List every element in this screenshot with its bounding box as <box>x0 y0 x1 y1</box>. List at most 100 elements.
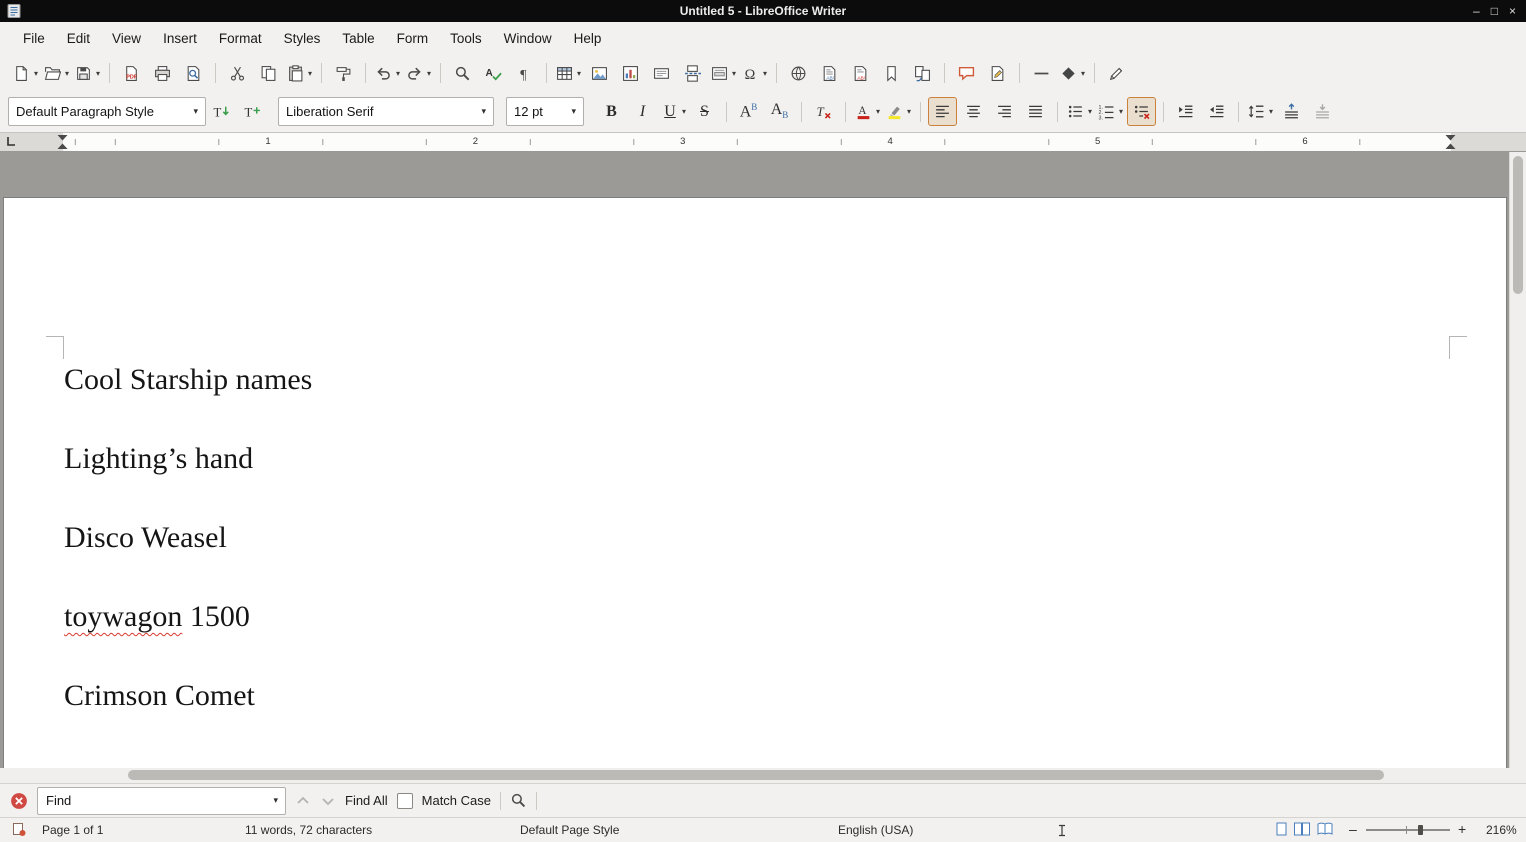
font-color-button[interactable]: A▾ <box>853 97 882 126</box>
insert-special-character-button[interactable]: Ω▾ <box>740 59 769 88</box>
zoom-slider[interactable] <box>1366 829 1450 831</box>
zoom-in-button[interactable]: + <box>1458 821 1466 837</box>
unordered-list-button[interactable]: ▾ <box>1065 97 1094 126</box>
paragraph[interactable]: Disco Weasel <box>64 519 1446 556</box>
paragraph[interactable]: Cool Starship names <box>64 361 1446 398</box>
zoom-slider-thumb[interactable] <box>1418 825 1423 835</box>
font-color-button-dropdown[interactable]: ▾ <box>876 107 880 116</box>
menu-table[interactable]: Table <box>331 25 385 52</box>
minimize-button[interactable]: – <box>1473 0 1480 22</box>
clear-formatting-button[interactable]: T <box>809 97 838 126</box>
menu-format[interactable]: Format <box>208 25 273 52</box>
line-spacing-button[interactable]: ▾ <box>1246 97 1275 126</box>
basic-shapes-button[interactable]: ▾ <box>1058 59 1087 88</box>
close-button[interactable]: × <box>1509 0 1516 22</box>
clone-formatting-button[interactable] <box>329 59 358 88</box>
insert-bookmark-button[interactable] <box>877 59 906 88</box>
new-document-button[interactable]: ▾ <box>11 59 40 88</box>
insert-hyperlink-button[interactable] <box>784 59 813 88</box>
single-page-view-button[interactable] <box>1276 822 1287 836</box>
open-button[interactable]: ▾ <box>42 59 71 88</box>
formatting-marks-button[interactable]: ¶ <box>510 59 539 88</box>
undo-button[interactable]: ▾ <box>373 59 402 88</box>
chevron-down-icon[interactable]: ▾ <box>268 795 283 806</box>
underline-button[interactable]: U▾ <box>659 97 688 126</box>
tab-stop-selector[interactable] <box>5 135 17 153</box>
underline-button-dropdown[interactable]: ▾ <box>682 107 686 116</box>
insert-horizontal-line-button[interactable] <box>1027 59 1056 88</box>
strikethrough-button[interactable]: S <box>690 97 719 126</box>
vertical-scrollbar[interactable] <box>1509 152 1526 768</box>
insert-cross-reference-button[interactable] <box>908 59 937 88</box>
document-modified-icon[interactable] <box>12 822 26 840</box>
insert-field-button-dropdown[interactable]: ▾ <box>732 69 736 78</box>
copy-button[interactable] <box>254 59 283 88</box>
insert-table-button-dropdown[interactable]: ▾ <box>577 69 581 78</box>
zoom-level[interactable]: 216% <box>1486 823 1517 837</box>
insert-endnote-button[interactable]: AB¹ <box>846 59 875 88</box>
document-text[interactable]: Cool Starship namesLighting’s handDisco … <box>64 361 1446 756</box>
book-view-button[interactable] <box>1317 822 1333 836</box>
menu-view[interactable]: View <box>101 25 152 52</box>
zoom-out-button[interactable]: – <box>1349 821 1357 837</box>
font-size-combobox[interactable]: 12 pt ▾ <box>506 97 584 126</box>
menu-file[interactable]: File <box>12 25 56 52</box>
chevron-down-icon[interactable]: ▾ <box>563 106 576 117</box>
show-draw-functions-button[interactable] <box>1102 59 1131 88</box>
find-input[interactable] <box>46 793 268 808</box>
line-spacing-button-dropdown[interactable]: ▾ <box>1269 107 1273 116</box>
print-preview-button[interactable] <box>179 59 208 88</box>
restore-button[interactable]: □ <box>1491 0 1498 22</box>
paragraph-style-combobox[interactable]: Default Paragraph Style ▾ <box>8 97 206 126</box>
cut-button[interactable] <box>223 59 252 88</box>
redo-button[interactable]: ▾ <box>404 59 433 88</box>
paste-button-dropdown[interactable]: ▾ <box>308 69 312 78</box>
close-find-bar-button[interactable] <box>10 792 28 810</box>
insert-table-button[interactable]: ▾ <box>554 59 583 88</box>
menu-styles[interactable]: Styles <box>273 25 332 52</box>
increase-paragraph-spacing-button[interactable] <box>1277 97 1306 126</box>
horizontal-ruler[interactable]: 123456 <box>0 133 1526 152</box>
bold-button[interactable]: B <box>597 97 626 126</box>
insert-footnote-button[interactable]: AB¹ <box>815 59 844 88</box>
spelling-button[interactable]: A <box>479 59 508 88</box>
insert-chart-button[interactable] <box>616 59 645 88</box>
insert-comment-button[interactable] <box>952 59 981 88</box>
misspelled-word[interactable]: toywagon <box>64 600 182 633</box>
multi-page-view-button[interactable] <box>1294 822 1310 836</box>
word-count-status[interactable]: 11 words, 72 characters <box>245 823 372 837</box>
new-document-button-dropdown[interactable]: ▾ <box>34 69 38 78</box>
increase-indent-button[interactable] <box>1171 97 1200 126</box>
save-button-dropdown[interactable]: ▾ <box>96 69 100 78</box>
open-button-dropdown[interactable]: ▾ <box>65 69 69 78</box>
justify-button[interactable] <box>1021 97 1050 126</box>
horizontal-scrollbar[interactable] <box>0 768 1526 783</box>
track-changes-button[interactable] <box>983 59 1012 88</box>
menu-help[interactable]: Help <box>563 25 613 52</box>
menu-insert[interactable]: Insert <box>152 25 208 52</box>
paragraph[interactable]: toywagon 1500 <box>64 598 1446 635</box>
find-and-replace-button[interactable] <box>510 792 527 809</box>
language-status[interactable]: English (USA) <box>838 823 913 837</box>
basic-shapes-button-dropdown[interactable]: ▾ <box>1081 69 1085 78</box>
new-style-button[interactable]: T <box>238 97 267 126</box>
insert-mode-indicator[interactable] <box>1055 824 1069 840</box>
find-replace-button[interactable] <box>448 59 477 88</box>
menu-window[interactable]: Window <box>493 25 563 52</box>
find-input-combobox[interactable]: ▾ <box>37 787 286 815</box>
horizontal-scrollbar-thumb[interactable] <box>128 770 1384 780</box>
decrease-indent-button[interactable] <box>1202 97 1231 126</box>
no-list-button[interactable] <box>1127 97 1156 126</box>
vertical-scrollbar-thumb[interactable] <box>1513 156 1523 294</box>
insert-page-break-button[interactable] <box>678 59 707 88</box>
ordered-list-button[interactable]: 1.2.3.▾ <box>1096 97 1125 126</box>
menu-tools[interactable]: Tools <box>439 25 493 52</box>
subscript-button[interactable]: AB <box>765 97 794 126</box>
document-page[interactable]: Cool Starship namesLighting’s handDisco … <box>3 197 1507 768</box>
chevron-down-icon[interactable]: ▾ <box>473 106 486 117</box>
insert-textbox-button[interactable] <box>647 59 676 88</box>
menu-form[interactable]: Form <box>386 25 440 52</box>
export-pdf-button[interactable]: PDF <box>117 59 146 88</box>
paste-button[interactable]: ▾ <box>285 59 314 88</box>
italic-button[interactable]: I <box>628 97 657 126</box>
